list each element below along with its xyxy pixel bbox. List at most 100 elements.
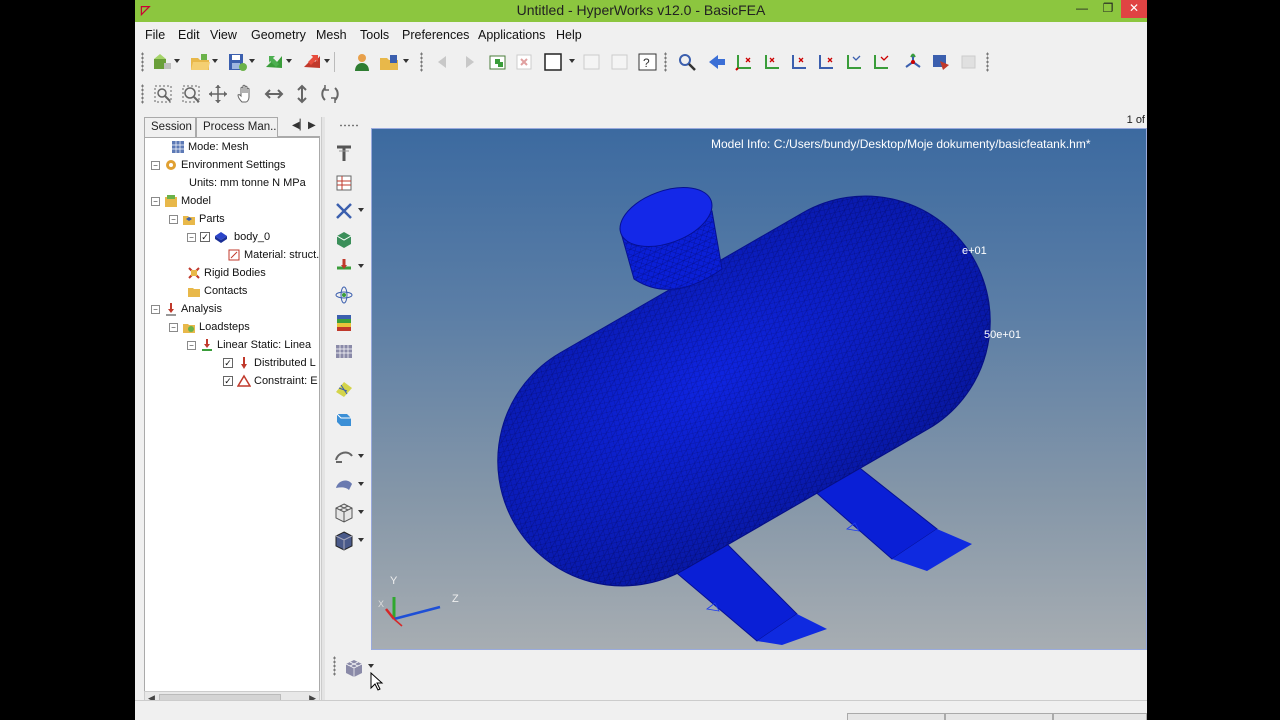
collapse-icon[interactable]: − — [151, 196, 160, 206]
menu-help[interactable]: Help — [556, 28, 582, 42]
iso-view-icon[interactable] — [902, 51, 924, 73]
solid-cube-dropdown[interactable] — [358, 538, 364, 542]
view-xy-icon[interactable] — [733, 51, 755, 73]
view-zy-icon[interactable] — [870, 51, 892, 73]
curve-dropdown[interactable] — [358, 454, 364, 458]
import-dropdown[interactable] — [286, 59, 292, 63]
solid-mesh-icon[interactable] — [333, 502, 355, 524]
redo-icon[interactable] — [458, 51, 480, 73]
import-icon[interactable] — [263, 51, 285, 73]
view-xz-icon[interactable] — [788, 51, 810, 73]
toolbar-grip[interactable] — [141, 84, 144, 104]
visibility-checkbox[interactable]: ✓ — [200, 232, 210, 242]
open-folder-icon[interactable] — [189, 51, 211, 73]
curve-icon[interactable] — [333, 446, 355, 468]
graphics-viewport[interactable]: Model Info: C:/Users/bundy/Desktop/Moje … — [371, 128, 1147, 650]
flag-icon[interactable] — [930, 51, 952, 73]
tank-mesh-model[interactable] — [372, 129, 1147, 650]
open-dropdown[interactable] — [212, 59, 218, 63]
tree-item-body[interactable]: − ✓ body_0 — [187, 228, 270, 246]
user-icon[interactable] — [351, 51, 373, 73]
table-icon[interactable] — [333, 172, 355, 194]
tree-item-mode[interactable]: Mode: Mesh — [171, 138, 249, 156]
tree-item-parts[interactable]: − Parts — [169, 210, 225, 228]
toolbar-grip[interactable] — [339, 124, 359, 127]
collapse-icon[interactable]: − — [187, 340, 196, 350]
move-icon[interactable] — [263, 83, 285, 105]
shell-icon[interactable] — [333, 408, 355, 430]
panel-splitter[interactable] — [321, 117, 325, 707]
minimize-button[interactable]: — — [1069, 0, 1095, 18]
tab-scroll-right-icon[interactable]: ▶ — [308, 120, 316, 131]
mesh-grid-icon[interactable] — [333, 340, 355, 362]
export-dropdown[interactable] — [324, 59, 330, 63]
collapse-icon[interactable]: − — [187, 232, 196, 242]
undo-icon[interactable] — [432, 51, 454, 73]
menu-view[interactable]: View — [210, 28, 237, 42]
rotate-icon[interactable] — [319, 83, 341, 105]
solid-mesh-dropdown[interactable] — [358, 510, 364, 514]
tree-item-linear-static[interactable]: − Linear Static: Linea — [187, 336, 311, 354]
toolbar-grip[interactable] — [420, 52, 423, 72]
tree-item-analysis[interactable]: − Analysis — [151, 300, 222, 318]
mesh-import-icon[interactable] — [151, 51, 173, 73]
collapse-icon[interactable]: − — [169, 322, 178, 332]
collapse-icon[interactable]: − — [151, 304, 160, 314]
hand-icon[interactable] — [235, 83, 257, 105]
visibility-checkbox[interactable]: ✓ — [223, 376, 233, 386]
menu-tools[interactable]: Tools — [360, 28, 389, 42]
force-dropdown[interactable] — [358, 264, 364, 268]
tree-item-units[interactable]: Units: mm tonne N MPa — [189, 174, 306, 192]
maximize-button[interactable]: ❐ — [1095, 0, 1121, 18]
tree-item-environment-settings[interactable]: − Environment Settings — [151, 156, 286, 174]
menu-geometry[interactable]: Geometry — [251, 28, 306, 42]
back-arrow-icon[interactable] — [706, 51, 728, 73]
tree-item-contacts[interactable]: Contacts — [187, 282, 247, 300]
mesh-panel-dropdown[interactable] — [368, 664, 374, 668]
mesh-import-dropdown[interactable] — [174, 59, 180, 63]
pan-icon[interactable] — [207, 83, 229, 105]
tab-process-manager[interactable]: Process Man... — [196, 117, 278, 137]
view-yx-icon[interactable] — [761, 51, 783, 73]
open-file-dropdown[interactable] — [403, 59, 409, 63]
square-icon[interactable] — [542, 51, 564, 73]
surface-dropdown[interactable] — [358, 482, 364, 486]
open-file-icon[interactable] — [378, 51, 400, 73]
cross-tool-dropdown[interactable] — [358, 208, 364, 212]
zoom-icon[interactable] — [676, 51, 698, 73]
toolbar-grip[interactable] — [986, 52, 989, 72]
save-dropdown[interactable] — [249, 59, 255, 63]
tree-item-distributed-load[interactable]: ✓ Distributed L — [223, 354, 316, 372]
menu-preferences[interactable]: Preferences — [402, 28, 469, 42]
contour-icon[interactable] — [333, 312, 355, 334]
surface-mesh-icon[interactable] — [333, 378, 355, 400]
tree-item-rigid-bodies[interactable]: Rigid Bodies — [187, 264, 266, 282]
tree-item-material[interactable]: Material: struct... — [227, 246, 319, 264]
menu-mesh[interactable]: Mesh — [316, 28, 347, 42]
surface-icon[interactable] — [333, 474, 355, 496]
view-zx-icon[interactable] — [815, 51, 837, 73]
collapse-icon[interactable]: − — [169, 214, 178, 224]
tree-item-model[interactable]: − Model — [151, 192, 211, 210]
disabled-icon[interactable] — [958, 51, 980, 73]
toolbar-grip[interactable] — [664, 52, 667, 72]
menu-applications[interactable]: Applications — [478, 28, 545, 42]
solid-cube-icon[interactable] — [333, 530, 355, 552]
close-button[interactable]: ✕ — [1121, 0, 1147, 18]
cross-tool-icon[interactable] — [333, 200, 355, 222]
visibility-checkbox[interactable]: ✓ — [223, 358, 233, 368]
edge-icon[interactable] — [333, 142, 355, 164]
mesh-panel-icon[interactable] — [343, 656, 365, 678]
force-icon[interactable] — [333, 256, 355, 278]
query-icon[interactable]: ? — [637, 51, 659, 73]
zoom-fit-icon[interactable] — [152, 83, 174, 105]
rotate-y-icon[interactable] — [291, 83, 313, 105]
collapse-icon[interactable]: − — [151, 160, 160, 170]
box-icon[interactable] — [581, 51, 603, 73]
toolbar-grip[interactable] — [141, 52, 144, 72]
face-icon[interactable] — [333, 228, 355, 250]
zoom-window-icon[interactable] — [180, 83, 202, 105]
tree-item-constraint[interactable]: ✓ Constraint: E — [223, 372, 318, 390]
menu-file[interactable]: File — [145, 28, 165, 42]
tree-item-loadsteps[interactable]: − Loadsteps — [169, 318, 250, 336]
